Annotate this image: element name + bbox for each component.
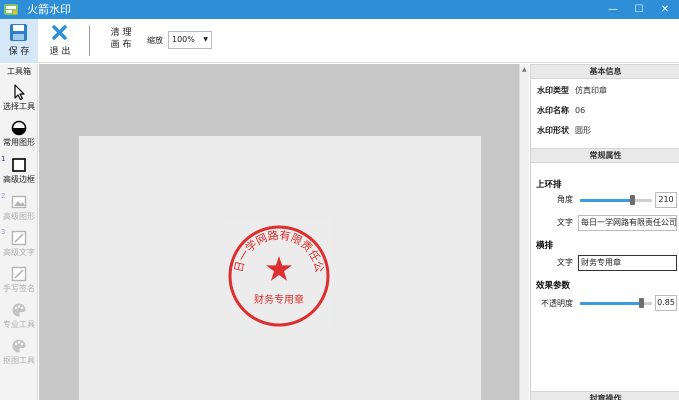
vertical-scrollbar[interactable]: ▲ bbox=[519, 64, 529, 400]
info-value: 06 bbox=[575, 106, 586, 115]
tool-label: 选择工具 bbox=[3, 102, 35, 111]
stamp-horizontal-text: 财务专用章 bbox=[254, 293, 304, 306]
angle-slider-thumb[interactable] bbox=[629, 195, 635, 205]
tool-advanced-text[interactable]: 3 高级文字 bbox=[0, 228, 38, 266]
minimize-button[interactable]: — bbox=[602, 0, 624, 19]
clear-canvas-button[interactable]: 清 理 画 布 bbox=[104, 27, 138, 55]
app-logo-icon bbox=[4, 4, 18, 15]
ring-group-title: 上环排 bbox=[536, 180, 562, 190]
tool-number: 2 bbox=[1, 192, 6, 200]
clear-canvas-label-1: 清 理 bbox=[110, 28, 132, 38]
tool-professional[interactable]: 专业工具 bbox=[0, 302, 38, 338]
opacity-input[interactable]: 0.85 bbox=[655, 295, 677, 311]
exit-label: 退 出 bbox=[49, 47, 71, 57]
horizontal-text-input[interactable]: 财务专用章 bbox=[578, 255, 677, 271]
info-key: 水印名称 bbox=[537, 106, 569, 115]
square-border-icon bbox=[12, 158, 26, 172]
tool-label: 高级文字 bbox=[3, 248, 35, 257]
tool-common-shapes[interactable]: 常用图形 bbox=[0, 120, 38, 156]
palette-icon bbox=[12, 339, 26, 353]
close-x-icon bbox=[52, 25, 67, 40]
info-key: 水印形状 bbox=[537, 126, 569, 135]
horizontal-text-label: 文字 bbox=[557, 258, 573, 267]
opacity-slider-fill bbox=[580, 302, 642, 305]
seal-stamp: 每日一学网路有限责任公司 财务专用章 bbox=[220, 207, 330, 327]
scroll-up-icon[interactable]: ▲ bbox=[522, 66, 527, 73]
info-value: 圆形 bbox=[575, 126, 591, 135]
canvas-area[interactable]: 每日一学网路有限责任公司 财务专用章 bbox=[39, 64, 519, 400]
stamp-actions-header: 封章操作 bbox=[531, 391, 679, 400]
save-label: 保 存 bbox=[8, 47, 30, 57]
tool-handwritten-signature[interactable]: 手写签名 bbox=[0, 266, 38, 302]
image-icon bbox=[11, 195, 27, 209]
info-value: 仿真印章 bbox=[575, 86, 607, 95]
horizontal-group-title: 横排 bbox=[536, 241, 554, 251]
opacity-slider-thumb[interactable] bbox=[639, 298, 645, 308]
angle-slider-fill bbox=[580, 199, 632, 202]
exit-button[interactable]: 退 出 bbox=[43, 19, 77, 63]
opacity-label: 不透明度 bbox=[541, 299, 573, 308]
zoom-select[interactable]: 100% ▼ bbox=[168, 31, 212, 49]
props-header: 常规属性 bbox=[531, 148, 679, 163]
title-bar: 火箭水印 — ☐ ✕ bbox=[0, 0, 679, 19]
stamp-watermark[interactable]: 每日一学网路有限责任公司 财务专用章 bbox=[220, 207, 333, 328]
zoom-label: 缩放 bbox=[147, 36, 163, 45]
tool-label: 抠图工具 bbox=[3, 356, 35, 365]
palette-icon bbox=[12, 303, 26, 317]
toolbar-divider bbox=[89, 26, 90, 56]
tool-select[interactable]: 选择工具 bbox=[0, 84, 38, 120]
tool-number: 1 bbox=[1, 155, 6, 163]
angle-input[interactable]: 210 bbox=[655, 192, 677, 208]
window-title: 火箭水印 bbox=[27, 3, 71, 16]
info-key: 水印类型 bbox=[537, 86, 569, 95]
main-toolbar: 保 存 退 出 清 理 画 布 缩放 100% ▼ bbox=[0, 19, 679, 63]
properties-panel: 基本信息 水印类型 仿真印章 水印名称 06 水印形状 圆形 常规属性 上环排 角度 … bbox=[530, 64, 679, 400]
info-row-type: 水印类型 仿真印章 bbox=[537, 86, 607, 96]
maximize-button[interactable]: ☐ bbox=[628, 0, 650, 19]
cursor-icon bbox=[14, 84, 25, 100]
tool-advanced-graphics[interactable]: 2 高级图形 bbox=[0, 192, 38, 230]
circle-shape-icon bbox=[11, 120, 27, 136]
toolbox: 工具箱 选择工具 常用图形 1 高级边框 2 高级图形 3 高级文字 手写签名 … bbox=[0, 64, 38, 400]
ring-text-input[interactable]: 每日一学网路有限责任公司 bbox=[578, 215, 677, 231]
tool-label: 专业工具 bbox=[3, 320, 35, 329]
tool-number: 3 bbox=[1, 228, 6, 236]
edit-icon bbox=[11, 230, 27, 246]
basic-info-header: 基本信息 bbox=[531, 64, 679, 79]
tool-label: 常用图形 bbox=[3, 138, 35, 147]
tool-cutout[interactable]: 抠图工具 bbox=[0, 338, 38, 374]
toolbox-title: 工具箱 bbox=[7, 67, 31, 76]
clear-canvas-label-2: 画 布 bbox=[110, 40, 132, 50]
chevron-down-icon: ▼ bbox=[203, 36, 208, 43]
star-icon bbox=[266, 256, 292, 281]
zoom-value: 100% bbox=[172, 35, 195, 44]
info-row-name: 水印名称 06 bbox=[537, 106, 585, 116]
save-button[interactable]: 保 存 bbox=[0, 19, 38, 63]
effect-group-title: 效果参数 bbox=[536, 281, 571, 291]
ring-text-label: 文字 bbox=[557, 218, 573, 227]
angle-label: 角度 bbox=[557, 195, 573, 204]
tool-label: 高级图形 bbox=[3, 212, 35, 221]
save-icon bbox=[10, 24, 27, 41]
info-row-shape: 水印形状 圆形 bbox=[537, 126, 591, 136]
tool-advanced-border[interactable]: 1 高级边框 bbox=[0, 155, 38, 193]
pen-icon bbox=[11, 266, 27, 282]
tool-label: 高级边框 bbox=[3, 175, 35, 184]
tool-label: 手写签名 bbox=[3, 284, 35, 293]
close-button[interactable]: ✕ bbox=[654, 0, 676, 19]
